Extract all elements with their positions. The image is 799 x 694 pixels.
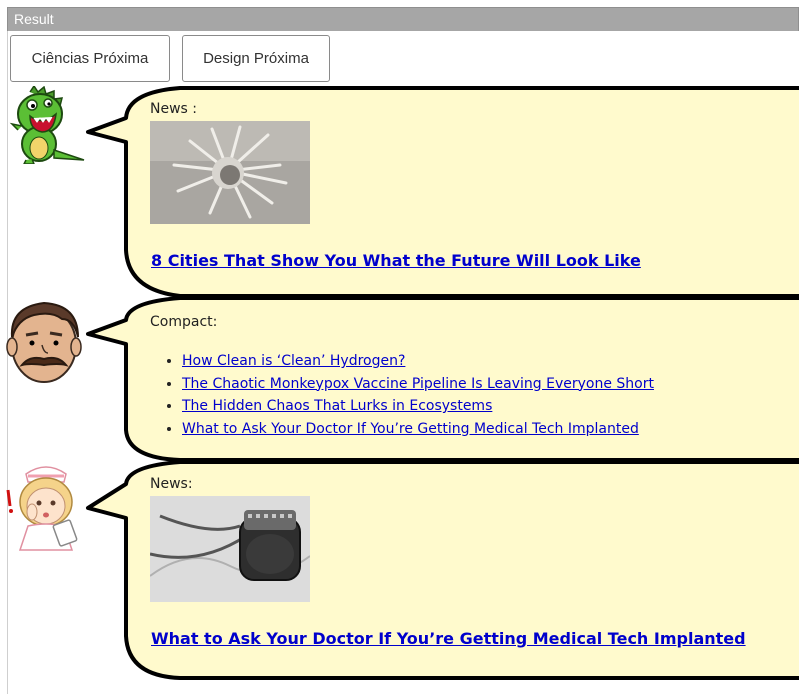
speech-bubbles [86, 86, 799, 680]
nurse-icon [6, 466, 78, 551]
article-link[interactable]: How Clean is ‘Clean’ Hydrogen? [182, 353, 405, 369]
article-link[interactable]: What to Ask Your Doctor If You’re Gettin… [182, 421, 639, 437]
article-link[interactable]: The Hidden Chaos That Lurks in Ecosystem… [182, 398, 492, 414]
post-label: News: [150, 476, 193, 492]
spiky-sculpture-photo [150, 121, 310, 224]
article-link[interactable]: The Chaotic Monkeypox Vaccine Pipeline I… [182, 376, 654, 392]
compact-link-list: How Clean is ‘Clean’ Hydrogen? The Chaot… [164, 350, 654, 440]
post-label: Compact: [150, 314, 218, 330]
post-label: News : [150, 101, 197, 117]
green-dinosaur-icon [9, 86, 85, 164]
list-item: The Hidden Chaos That Lurks in Ecosystem… [182, 395, 654, 418]
list-item: The Chaotic Monkeypox Vaccine Pipeline I… [182, 373, 654, 396]
post-headline-link[interactable]: What to Ask Your Doctor If You’re Gettin… [151, 629, 746, 648]
mustached-man-icon [6, 301, 82, 383]
post-headline-link[interactable]: 8 Cities That Show You What the Future W… [151, 251, 641, 270]
medical-implant-photo [150, 496, 310, 602]
list-item: What to Ask Your Doctor If You’re Gettin… [182, 418, 654, 441]
list-item: How Clean is ‘Clean’ Hydrogen? [182, 350, 654, 373]
